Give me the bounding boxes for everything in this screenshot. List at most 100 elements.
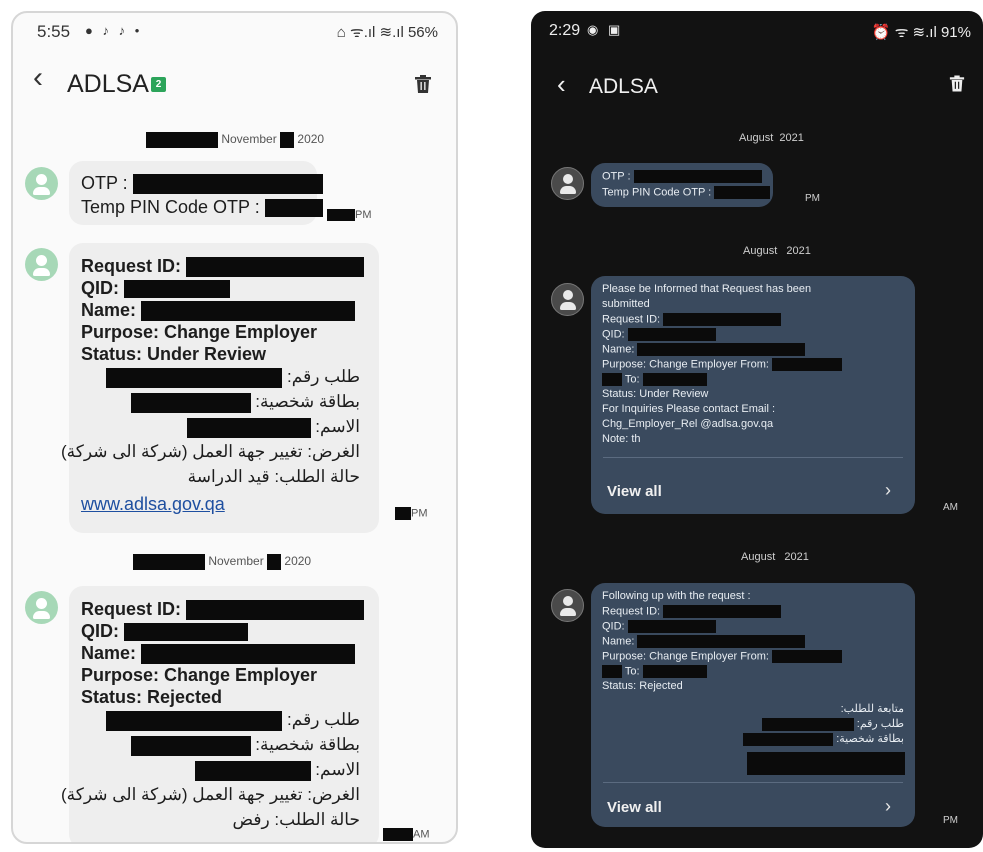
contact-avatar[interactable] bbox=[551, 167, 584, 200]
contact-avatar[interactable] bbox=[25, 248, 58, 281]
redaction bbox=[602, 373, 622, 386]
status-line: Status: Under Review bbox=[81, 344, 267, 364]
qid-label: QID: bbox=[602, 328, 625, 341]
arabic-name-line: الاسم: bbox=[194, 760, 360, 781]
sim-badge-icon: 2 bbox=[151, 77, 166, 92]
redaction bbox=[747, 752, 905, 775]
to-line: To: bbox=[602, 665, 707, 678]
date-month: August bbox=[743, 245, 778, 257]
signal-icon: ⌂ ᯤ.ıl ≋.ıl bbox=[336, 24, 404, 41]
contact-avatar[interactable] bbox=[25, 167, 58, 200]
purpose-line: Purpose: Change Employer bbox=[81, 665, 318, 685]
contact-avatar[interactable] bbox=[25, 591, 58, 624]
name-label: Name: bbox=[81, 300, 137, 320]
qid-label: QID: bbox=[602, 620, 625, 633]
status-bar: 5:55 ● ♪ ♪ • ⌂ ᯤ.ıl ≋.ıl 56% bbox=[13, 13, 456, 51]
name-line: Name: bbox=[81, 643, 356, 665]
notification-icons: ◉ ▣ bbox=[587, 22, 624, 37]
message-time: AM bbox=[383, 828, 430, 841]
date-month: November bbox=[221, 132, 277, 147]
arabic-follow-line: متابعة للطلب: bbox=[840, 703, 904, 715]
to-line: To: bbox=[602, 373, 707, 386]
battery-level: 91% bbox=[940, 24, 971, 41]
redaction bbox=[771, 650, 842, 663]
chevron-right-icon[interactable]: › bbox=[885, 480, 891, 501]
arabic-name-label: الاسم: bbox=[315, 760, 360, 779]
battery-level: 56% bbox=[407, 24, 438, 41]
view-all-button[interactable]: View all bbox=[607, 483, 662, 500]
otp-label: OTP : bbox=[602, 170, 631, 183]
chevron-right-icon[interactable]: › bbox=[885, 796, 891, 817]
name-line: Name: bbox=[602, 635, 806, 648]
redaction bbox=[124, 623, 249, 642]
date-separator: November 2020 bbox=[146, 132, 324, 148]
redaction bbox=[130, 392, 251, 413]
purpose-line: Purpose: Change Employer From: bbox=[602, 358, 842, 371]
trash-icon[interactable] bbox=[414, 75, 432, 93]
otp-label: OTP : bbox=[81, 173, 128, 193]
status-time: 2:29 bbox=[549, 22, 581, 39]
system-icons: ⌂ ᯤ.ıl ≋.ıl 56% bbox=[337, 22, 438, 42]
signal-icon: ⏰ ᯤ ≋.ıl bbox=[871, 24, 937, 41]
redaction bbox=[383, 828, 413, 841]
redaction bbox=[663, 313, 782, 326]
qid-line: QID: bbox=[81, 621, 249, 642]
redaction bbox=[642, 665, 707, 678]
to-label: To: bbox=[624, 665, 640, 678]
intro-line: Please be Informed that Request has been bbox=[602, 283, 812, 295]
intro-line-2: submitted bbox=[602, 298, 650, 310]
arabic-id-line: بطاقة شخصية: bbox=[743, 732, 904, 746]
arabic-request-line: طلب رقم: bbox=[106, 710, 360, 731]
redaction bbox=[106, 710, 283, 731]
date-month: August bbox=[739, 132, 774, 144]
request-id-label: Request ID: bbox=[81, 599, 182, 619]
redaction bbox=[194, 760, 311, 781]
message-time: PM bbox=[943, 815, 958, 826]
status-time: 5:55 bbox=[37, 22, 71, 41]
request-id-label: Request ID: bbox=[602, 605, 661, 618]
date-separator: August 2021 bbox=[741, 551, 809, 563]
redaction bbox=[141, 644, 356, 665]
back-chevron-icon[interactable]: ‹ bbox=[33, 61, 43, 95]
contact-avatar[interactable] bbox=[551, 283, 584, 316]
name-line: Name: bbox=[602, 343, 806, 356]
email-line[interactable]: Chg_Employer_Rel @adlsa.gov.qa bbox=[602, 418, 773, 430]
redaction bbox=[141, 301, 356, 322]
date-separator: August 2021 bbox=[743, 245, 811, 257]
trash-icon[interactable] bbox=[949, 75, 965, 92]
status-bar: 2:29 ◉ ▣ ⏰ ᯤ ≋.ıl 91% bbox=[531, 11, 983, 51]
inquiries-line: For Inquiries Please contact Email : bbox=[602, 403, 776, 415]
redaction bbox=[130, 735, 251, 756]
date-month: August bbox=[741, 551, 776, 563]
conversation-title: ADLSA bbox=[67, 70, 149, 98]
date-separator: November 2020 bbox=[133, 554, 311, 570]
message-time: AM bbox=[943, 502, 958, 513]
divider bbox=[603, 782, 903, 783]
redaction bbox=[186, 600, 365, 621]
arabic-status-line: حالة الطلب: رفض bbox=[232, 810, 360, 829]
website-link[interactable]: www.adlsa.gov.qa bbox=[81, 494, 225, 515]
redaction bbox=[133, 554, 205, 570]
arabic-request-line: طلب رقم: bbox=[761, 717, 904, 731]
conversation-header: ‹ ADLSA 2 bbox=[13, 53, 456, 105]
redaction bbox=[327, 209, 355, 222]
contact-avatar[interactable] bbox=[551, 589, 584, 622]
status-line: Status: Under Review bbox=[602, 388, 709, 400]
arabic-status-line: حالة الطلب: قيد الدراسة bbox=[187, 467, 360, 486]
redaction bbox=[637, 343, 806, 356]
request-id-line: Request ID: bbox=[602, 313, 782, 326]
temp-pin-label: Temp PIN Code OTP : bbox=[602, 186, 712, 199]
purpose-line: Purpose: Change Employer From: bbox=[602, 650, 842, 663]
light-phone-screen: 5:55 ● ♪ ♪ • ⌂ ᯤ.ıl ≋.ıl 56% ‹ ADLSA 2 N… bbox=[11, 11, 458, 844]
temp-pin-line: Temp PIN Code OTP : bbox=[81, 197, 323, 218]
arabic-id-label: بطاقة شخصية: bbox=[255, 392, 360, 411]
redaction bbox=[124, 280, 231, 299]
qid-label: QID: bbox=[81, 278, 119, 298]
back-chevron-icon[interactable]: ‹ bbox=[557, 69, 566, 100]
view-all-button[interactable]: View all bbox=[607, 799, 662, 816]
purpose-label: Purpose: Change Employer From: bbox=[602, 358, 769, 371]
purpose-label: Purpose: Change Employer From: bbox=[602, 650, 769, 663]
status-line: Status: Rejected bbox=[81, 687, 223, 707]
note-line: Note: th bbox=[602, 433, 641, 445]
conversation-title: ADLSA bbox=[589, 75, 658, 98]
